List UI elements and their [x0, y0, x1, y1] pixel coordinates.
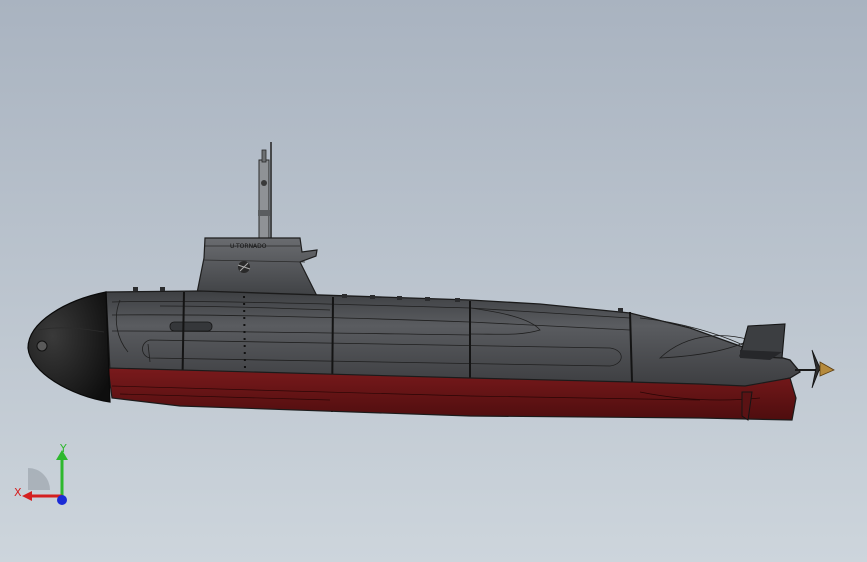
sail-hull-number: U-TORNADO [230, 243, 267, 250]
x-axis-label: X [14, 486, 22, 499]
z-axis-dot [57, 495, 67, 505]
triad-plane [28, 468, 50, 490]
graphics-viewport[interactable]: U-TORNADO Y X [0, 0, 867, 562]
sail-emblem [237, 261, 251, 273]
viewport-background [0, 0, 867, 562]
viewport-canvas[interactable]: U-TORNADO [0, 0, 867, 562]
sail-tower: U-TORNADO [195, 237, 319, 299]
y-axis-label: Y [59, 442, 67, 455]
coordinate-triad: Y X [10, 438, 80, 513]
